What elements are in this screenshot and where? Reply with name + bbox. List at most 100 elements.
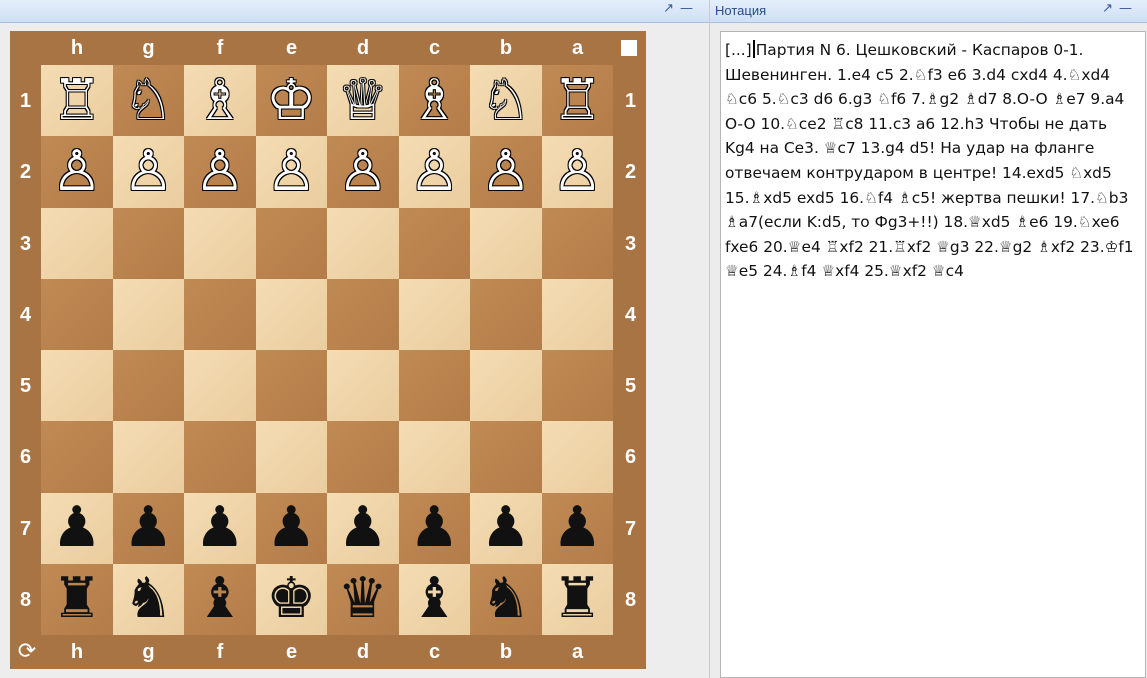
board-square[interactable]: [541, 350, 613, 422]
board-square[interactable]: [184, 207, 256, 279]
chess-piece[interactable]: ♝: [409, 571, 459, 627]
chess-piece[interactable]: ♟: [338, 500, 388, 556]
chess-piece[interactable]: ♙: [266, 143, 316, 200]
board-square[interactable]: ♜: [541, 563, 613, 635]
chess-piece[interactable]: ♙: [195, 143, 245, 200]
chessboard[interactable]: ♖ ♘ ♗ ♔ ♕ ♗ ♘ ♖ ♙ ♙ ♙ ♙ ♙ ♙ ♙ ♙ ♟ ♟ ♟ ♟ ♟ ♟ ♟ ♟ ♜ ♞ ♝ ♚ ♛ ♝ ♞ ♜: [41, 65, 613, 635]
board-square[interactable]: [398, 350, 470, 422]
board-square[interactable]: [327, 207, 399, 279]
board-square[interactable]: ♘: [112, 65, 184, 137]
minimize-panel-icon[interactable]: —: [1119, 1, 1138, 16]
chess-piece[interactable]: ♙: [409, 143, 459, 200]
board-square[interactable]: ♝: [398, 563, 470, 635]
chess-piece[interactable]: ♔: [266, 72, 316, 129]
board-square[interactable]: ♙: [41, 136, 113, 208]
board-square[interactable]: ♟: [41, 492, 113, 564]
chess-piece[interactable]: ♜: [52, 571, 102, 627]
board-square[interactable]: ♙: [398, 136, 470, 208]
chess-piece[interactable]: ♖: [552, 72, 602, 129]
board-square[interactable]: [470, 207, 542, 279]
board-square[interactable]: [541, 421, 613, 493]
board-square[interactable]: [327, 421, 399, 493]
chess-piece[interactable]: ♜: [552, 571, 602, 627]
chess-piece[interactable]: ♙: [123, 143, 173, 200]
chess-piece[interactable]: ♗: [195, 72, 245, 129]
chess-piece[interactable]: ♚: [266, 571, 316, 627]
board-square[interactable]: ♕: [327, 65, 399, 137]
board-square[interactable]: ♝: [184, 563, 256, 635]
board-square[interactable]: [41, 278, 113, 350]
board-square[interactable]: [41, 421, 113, 493]
board-square[interactable]: ♟: [470, 492, 542, 564]
float-panel-icon[interactable]: ↗: [663, 1, 680, 16]
board-square[interactable]: ♟: [541, 492, 613, 564]
board-square[interactable]: [398, 421, 470, 493]
chess-piece[interactable]: ♟: [52, 500, 102, 556]
float-panel-icon[interactable]: ↗: [1102, 1, 1119, 16]
chess-piece[interactable]: ♙: [338, 143, 388, 200]
board-square[interactable]: [184, 278, 256, 350]
board-square[interactable]: [470, 350, 542, 422]
board-square[interactable]: [112, 350, 184, 422]
board-square[interactable]: ♙: [541, 136, 613, 208]
chess-piece[interactable]: ♞: [481, 571, 531, 627]
chess-piece[interactable]: ♟: [409, 500, 459, 556]
chess-piece[interactable]: ♙: [552, 143, 602, 200]
chess-piece[interactable]: ♖: [52, 72, 102, 129]
chess-piece[interactable]: ♘: [123, 72, 173, 129]
board-square[interactable]: ♖: [41, 65, 113, 137]
board-square[interactable]: ♟: [327, 492, 399, 564]
chess-piece[interactable]: ♟: [266, 500, 316, 556]
board-square[interactable]: [327, 350, 399, 422]
board-square[interactable]: [184, 350, 256, 422]
board-square[interactable]: [470, 421, 542, 493]
chess-piece[interactable]: ♕: [338, 72, 388, 129]
chess-piece[interactable]: ♙: [52, 143, 102, 200]
board-square[interactable]: ♙: [255, 136, 327, 208]
chess-piece[interactable]: ♛: [338, 571, 388, 627]
board-square[interactable]: ♔: [255, 65, 327, 137]
board-square[interactable]: ♙: [327, 136, 399, 208]
board-square[interactable]: [255, 207, 327, 279]
board-square[interactable]: [112, 421, 184, 493]
chess-piece[interactable]: ♙: [481, 143, 531, 200]
board-square[interactable]: ♙: [184, 136, 256, 208]
chess-piece[interactable]: ♟: [481, 500, 531, 556]
board-square[interactable]: [41, 207, 113, 279]
board-square[interactable]: ♖: [541, 65, 613, 137]
board-square[interactable]: [327, 278, 399, 350]
board-square[interactable]: [255, 350, 327, 422]
board-square[interactable]: ♟: [398, 492, 470, 564]
board-square[interactable]: ♞: [470, 563, 542, 635]
board-square[interactable]: [541, 278, 613, 350]
board-square[interactable]: [541, 207, 613, 279]
board-square[interactable]: [112, 207, 184, 279]
chess-piece[interactable]: ♘: [481, 72, 531, 129]
board-square[interactable]: ♜: [41, 563, 113, 635]
chess-piece[interactable]: ♟: [195, 500, 245, 556]
board-square[interactable]: ♟: [184, 492, 256, 564]
board-square[interactable]: [398, 207, 470, 279]
board-square[interactable]: ♚: [255, 563, 327, 635]
board-square[interactable]: ♙: [112, 136, 184, 208]
board-square[interactable]: ♘: [470, 65, 542, 137]
minimize-panel-icon[interactable]: —: [680, 1, 699, 16]
board-square[interactable]: ♟: [255, 492, 327, 564]
notation-editor[interactable]: [...] Партия N 6. Цешковский - Каспаров 0…: [720, 31, 1146, 678]
notation-text[interactable]: [...] Партия N 6. Цешковский - Каспаров 0…: [721, 32, 1145, 284]
board-square[interactable]: [112, 278, 184, 350]
chess-piece[interactable]: ♗: [409, 72, 459, 129]
board-square[interactable]: ♗: [184, 65, 256, 137]
board-square[interactable]: ♛: [327, 563, 399, 635]
board-square[interactable]: ♟: [112, 492, 184, 564]
board-square[interactable]: ♗: [398, 65, 470, 137]
board-square[interactable]: [470, 278, 542, 350]
flip-board-icon[interactable]: ⟳: [13, 637, 41, 667]
board-square[interactable]: [398, 278, 470, 350]
board-square[interactable]: [41, 350, 113, 422]
board-square[interactable]: [255, 421, 327, 493]
chess-piece[interactable]: ♞: [123, 571, 173, 627]
chess-piece[interactable]: ♟: [123, 500, 173, 556]
board-square[interactable]: ♙: [470, 136, 542, 208]
chess-piece[interactable]: ♝: [195, 571, 245, 627]
